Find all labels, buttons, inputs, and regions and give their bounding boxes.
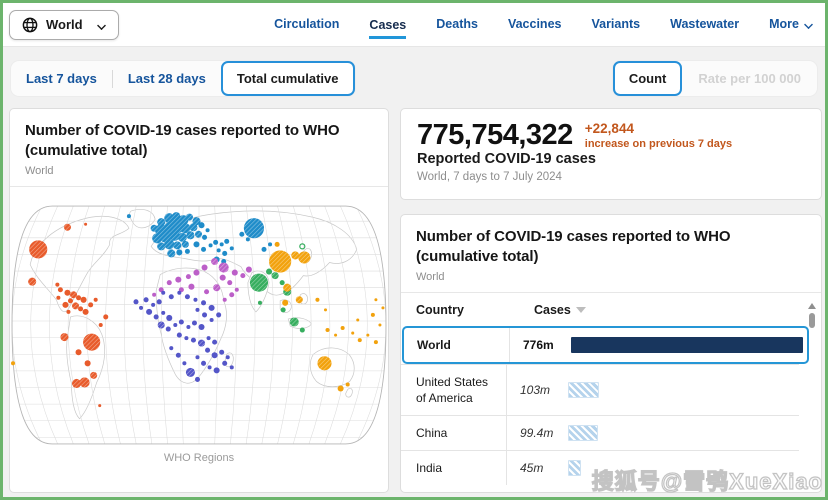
cases-value: 99.4m	[520, 426, 554, 441]
total-cases-number: 775,754,322	[417, 119, 573, 151]
weekly-change-caption: increase on previous 7 days	[584, 138, 733, 150]
chevron-down-icon	[804, 21, 813, 27]
table-card-title: Number of COVID-19 cases reported to WHO…	[416, 228, 731, 266]
filter-last-28-days[interactable]: Last 28 days	[113, 62, 221, 95]
column-header-country[interactable]: Country	[416, 303, 521, 317]
tab-vaccines[interactable]: Vaccines	[508, 17, 562, 33]
tab-deaths[interactable]: Deaths	[436, 17, 478, 33]
table-row[interactable]: India 45m	[401, 450, 799, 486]
cases-cell: 45m	[506, 451, 799, 486]
cases-bar	[568, 381, 599, 398]
map-card-subtitle: World	[25, 164, 54, 177]
map-card-title: Number of COVID-19 cases reported to WHO…	[25, 122, 340, 160]
table-row[interactable]: China 99.4m	[401, 415, 799, 451]
cases-value: 776m	[523, 337, 554, 352]
table-card-header: Number of COVID-19 cases reported to WHO…	[401, 215, 821, 293]
map-card-header: Number of COVID-19 cases reported to WHO…	[10, 109, 388, 187]
stats-period: World, 7 days to 7 July 2024	[417, 171, 562, 184]
filter-total-cumulative[interactable]: Total cumulative	[220, 61, 355, 96]
tab-wastewater[interactable]: Wastewater	[670, 17, 739, 33]
tab-circulation[interactable]: Circulation	[274, 17, 339, 33]
table-rows: World 776m United States of America 103m Chi…	[401, 325, 811, 486]
filter-row: Last 7 days Last 28 days Total cumulative …	[3, 47, 825, 108]
sort-descending-icon[interactable]	[575, 306, 586, 313]
globe-icon	[22, 17, 38, 32]
cases-bar	[568, 460, 582, 477]
table-header-row: Country Cases	[401, 293, 811, 326]
cases-value: 103m	[520, 382, 551, 397]
region-selector-label: World	[46, 17, 83, 32]
stats-label: Reported COVID-19 cases	[417, 151, 596, 168]
metric-rate-per-100-000: Rate per 100 000	[698, 71, 801, 86]
cases-bar	[571, 336, 803, 353]
column-header-cases[interactable]: Cases	[521, 303, 586, 317]
stats-card: 775,754,322 +22,844 increase on previous…	[400, 108, 822, 200]
tab-variants[interactable]: Variants	[591, 17, 640, 33]
cases-bar	[568, 425, 598, 442]
time-range-segment: Last 7 days Last 28 days Total cumulative	[11, 61, 355, 96]
tab-cases[interactable]: Cases	[369, 18, 407, 39]
metric-segment: Count Rate per 100 000	[612, 61, 817, 96]
cases-value: 45m	[520, 461, 544, 476]
map-caption: WHO Regions	[163, 452, 235, 465]
world-map-svg	[11, 205, 387, 445]
country-cell: World	[417, 337, 451, 352]
right-column: 775,754,322 +22,844 increase on previous…	[400, 108, 822, 493]
cases-cell: 99.4m	[506, 416, 799, 451]
table-row[interactable]: United States of America 103m	[401, 363, 799, 416]
region-selector[interactable]: World	[9, 9, 119, 40]
table-card-subtitle: World	[416, 270, 445, 283]
weekly-change: +22,844 increase on previous 7 days	[585, 120, 732, 150]
scroll-up-icon[interactable]	[808, 302, 816, 309]
country-cell: United States of America	[416, 374, 489, 405]
nav-tabs: Circulation Cases Deaths Vaccines Variants Wa…	[274, 17, 813, 39]
world-map[interactable]: WHO Regions	[10, 187, 388, 493]
table-scrollbar[interactable]	[808, 302, 816, 328]
country-cell: India	[416, 461, 443, 476]
table-card: Number of COVID-19 cases reported to WHO…	[400, 214, 822, 493]
tab-more[interactable]: More	[769, 17, 813, 33]
scrollbar-thumb[interactable]	[809, 312, 815, 328]
cases-cell: 776m	[509, 327, 807, 362]
metric-count[interactable]: Count	[612, 61, 683, 96]
weekly-change-value: +22,844	[584, 121, 634, 136]
cases-cell: 103m	[506, 364, 799, 416]
top-bar: World Circulation Cases Deaths Vaccines Vari…	[3, 3, 825, 47]
table-row[interactable]: World 776m	[402, 325, 809, 364]
map-card: Number of COVID-19 cases reported to WHO…	[9, 108, 389, 493]
country-cell: China	[416, 426, 448, 441]
main-content: Number of COVID-19 cases reported to WHO…	[3, 108, 825, 493]
chevron-down-icon	[97, 22, 106, 28]
cases-table: Country Cases World 776m United States of …	[401, 293, 821, 493]
filter-last-7-days[interactable]: Last 7 days	[11, 62, 112, 95]
